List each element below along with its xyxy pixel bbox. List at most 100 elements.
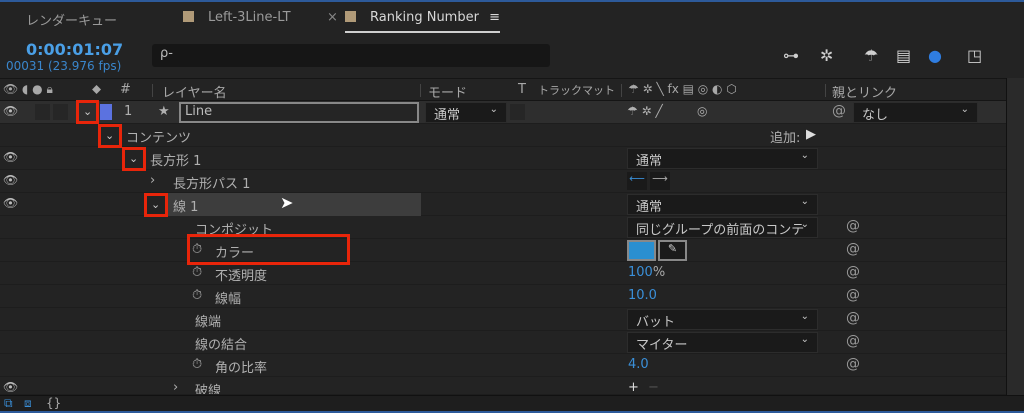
rectangle-path-row[interactable]: 👁︎ › 長方形パス 1 ⟵ ⟶ bbox=[0, 170, 1008, 193]
mouse-cursor-icon: ➤ bbox=[280, 193, 294, 212]
eyedropper-icon[interactable]: ✎ bbox=[658, 240, 687, 261]
stroke-mode-dropdown[interactable]: 通常 ⌄ bbox=[627, 194, 818, 215]
search-input[interactable]: ρ- bbox=[152, 44, 550, 67]
opacity-label: 不透明度 bbox=[215, 269, 268, 284]
frame-info: 00031 (23.976 fps) bbox=[6, 59, 122, 73]
expand-chevron-right-icon[interactable]: › bbox=[150, 173, 155, 188]
current-timecode[interactable]: 0:00:01:07 bbox=[26, 40, 123, 59]
expression-pickwhip-icon[interactable]: @ bbox=[846, 241, 860, 257]
layer-index: 1 bbox=[124, 104, 133, 119]
panel-menu-icon[interactable]: ≡ bbox=[489, 10, 500, 25]
comp-swatch-icon bbox=[345, 11, 356, 22]
lock-switch[interactable] bbox=[53, 104, 68, 120]
layer-switches-toggle-icon[interactable]: ⧉ bbox=[4, 396, 13, 411]
rect-path-label: 長方形パス 1 bbox=[173, 177, 251, 192]
tab-left-3line-lt[interactable]: Left-3Line-LT bbox=[183, 10, 291, 25]
rect-expand-chevron-icon[interactable]: ⌄ bbox=[122, 147, 146, 171]
tab-label: Ranking Number bbox=[370, 10, 479, 25]
rect-label: 長方形 1 bbox=[150, 154, 202, 169]
header-parent: 親とリンク bbox=[832, 86, 898, 101]
add-button[interactable]: 追加: bbox=[770, 127, 800, 146]
composite-dropdown[interactable]: 同じグループの前面のコンテ ⌄ bbox=[627, 217, 818, 238]
layer-switches[interactable]: ☂ ✲ ╱ ◎ bbox=[627, 104, 707, 118]
expression-pickwhip-icon[interactable]: @ bbox=[846, 356, 860, 372]
in-out-toggle-icon[interactable]: {} bbox=[46, 396, 61, 410]
contents-row[interactable]: ⌄ コンテンツ 追加: ▶ bbox=[0, 124, 1008, 148]
switches-header-icons: ☂ ✲ ╲ fx ▤ ◎ ◐ ⬡ bbox=[628, 82, 737, 96]
add-play-icon[interactable]: ▶ bbox=[806, 127, 816, 142]
layer-row[interactable]: 👁︎ ⌄ 1 ★ Line 通常 ⌄ ☂ ✲ ╱ ◎ @ なし ⌄ bbox=[0, 100, 1008, 124]
motion-blur-icon[interactable]: ● bbox=[928, 46, 942, 65]
miter-limit-value[interactable]: 4.0 bbox=[628, 357, 649, 372]
solo-switch[interactable] bbox=[35, 104, 50, 120]
dashes-row[interactable]: 👁︎ › 破線 + − bbox=[0, 377, 1008, 395]
stroke-width-value[interactable]: 10.0 bbox=[628, 288, 657, 303]
line-cap-row[interactable]: 線端 バット ⌄ @ bbox=[0, 308, 1008, 331]
chevron-down-icon: ⌄ bbox=[489, 104, 498, 115]
timeline-strip[interactable] bbox=[1006, 78, 1024, 395]
layer-mode-dropdown[interactable]: 通常 ⌄ bbox=[425, 102, 507, 123]
expression-pickwhip-icon[interactable]: @ bbox=[846, 310, 860, 326]
graph-editor-icon[interactable]: ◳ bbox=[967, 46, 982, 65]
eye-icon[interactable]: 👁︎ bbox=[3, 196, 18, 210]
line-join-row[interactable]: 線の結合 マイター ⌄ @ bbox=[0, 331, 1008, 354]
miter-limit-row[interactable]: ⏱︎ 角の比率 4.0 @ bbox=[0, 354, 1008, 377]
expression-pickwhip-icon[interactable]: @ bbox=[846, 218, 860, 234]
contents-label: コンテンツ bbox=[126, 131, 192, 146]
dashes-label: 破線 bbox=[195, 384, 222, 395]
shy-layers-icon[interactable]: ☂ bbox=[864, 46, 878, 65]
line-join-dropdown[interactable]: マイター ⌄ bbox=[627, 332, 818, 353]
label-tag-icon: ⬥ bbox=[92, 82, 102, 97]
stopwatch-icon[interactable]: ⏱︎ bbox=[192, 288, 202, 303]
layer-name-field[interactable]: Line bbox=[179, 102, 419, 123]
tab-ranking-number[interactable]: Ranking Number ≡ bbox=[345, 10, 500, 33]
expand-chevron-right-icon[interactable]: › bbox=[173, 380, 178, 394]
tab-label: レンダーキュー bbox=[26, 14, 118, 29]
parent-dropdown[interactable]: なし ⌄ bbox=[853, 102, 978, 123]
eye-icon[interactable]: 👁︎ bbox=[3, 150, 18, 164]
expression-pickwhip-icon[interactable]: @ bbox=[846, 264, 860, 280]
pickwhip-icon[interactable]: @ bbox=[832, 103, 846, 119]
header-layer-name[interactable]: レイヤー名 bbox=[162, 82, 227, 101]
stroke-width-row[interactable]: ⏱︎ 線幅 10.0 @ bbox=[0, 285, 1008, 308]
tab-close-icon[interactable]: × bbox=[327, 10, 338, 25]
eye-icon[interactable]: 👁︎ bbox=[3, 380, 18, 394]
opacity-value[interactable]: 100% bbox=[628, 265, 665, 280]
add-dash-button[interactable]: + bbox=[628, 380, 639, 394]
color-swatch[interactable] bbox=[627, 240, 656, 261]
tab-render-queue[interactable]: レンダーキュー bbox=[26, 10, 117, 29]
header-number: # bbox=[120, 82, 131, 97]
color-row[interactable]: ⏱︎ カラー ✎ @ bbox=[0, 234, 1008, 265]
stopwatch-icon[interactable]: ⏱︎ bbox=[192, 265, 202, 280]
line-join-label: 線の結合 bbox=[195, 338, 248, 353]
preserve-transparency-switch[interactable] bbox=[510, 104, 525, 120]
stroke-row-highlight bbox=[168, 193, 421, 216]
path-direction-forward-icon[interactable]: ⟶ bbox=[650, 172, 670, 190]
stroke-row[interactable]: 👁︎ ⌄ 線 1 ➤ 通常 ⌄ bbox=[0, 193, 1008, 217]
contents-expand-chevron-icon[interactable]: ⌄ bbox=[98, 124, 122, 148]
expression-pickwhip-icon[interactable]: @ bbox=[846, 287, 860, 303]
eye-icon[interactable]: 👁︎ bbox=[3, 104, 18, 118]
composite-row[interactable]: コンポジット 同じグループの前面のコンテ ⌄ @ bbox=[0, 216, 1008, 239]
top-accent-line bbox=[0, 0, 1024, 2]
star-icon: ★ bbox=[158, 104, 170, 119]
transfer-controls-toggle-icon[interactable]: ⧈ bbox=[24, 396, 32, 411]
stroke-label: 線 1 bbox=[173, 200, 199, 215]
layer-expand-chevron-icon[interactable]: ⌄ bbox=[76, 100, 99, 124]
rectangle-group-row[interactable]: 👁︎ ⌄ 長方形 1 通常 ⌄ bbox=[0, 147, 1008, 171]
layer-label-color[interactable] bbox=[100, 104, 112, 120]
header-t: T bbox=[518, 82, 526, 97]
stopwatch-icon[interactable]: ⏱︎ bbox=[192, 357, 202, 372]
stroke-expand-chevron-icon[interactable]: ⌄ bbox=[144, 193, 168, 217]
opacity-row[interactable]: ⏱︎ 不透明度 100% @ bbox=[0, 262, 1008, 285]
comp-swatch-icon bbox=[183, 11, 194, 22]
expression-pickwhip-icon[interactable]: @ bbox=[846, 333, 860, 349]
composition-flowchart-icon[interactable]: ⊶ bbox=[783, 46, 799, 65]
frame-blending-icon[interactable]: ▤ bbox=[896, 46, 911, 65]
eye-icon[interactable]: 👁︎ bbox=[3, 173, 18, 187]
rect-mode-dropdown[interactable]: 通常 ⌄ bbox=[627, 148, 818, 169]
draft-3d-icon[interactable]: ✲ bbox=[820, 46, 833, 65]
path-direction-reverse-icon[interactable]: ⟵ bbox=[627, 172, 647, 190]
remove-dash-button[interactable]: − bbox=[648, 380, 659, 394]
line-cap-dropdown[interactable]: バット ⌄ bbox=[627, 309, 818, 330]
